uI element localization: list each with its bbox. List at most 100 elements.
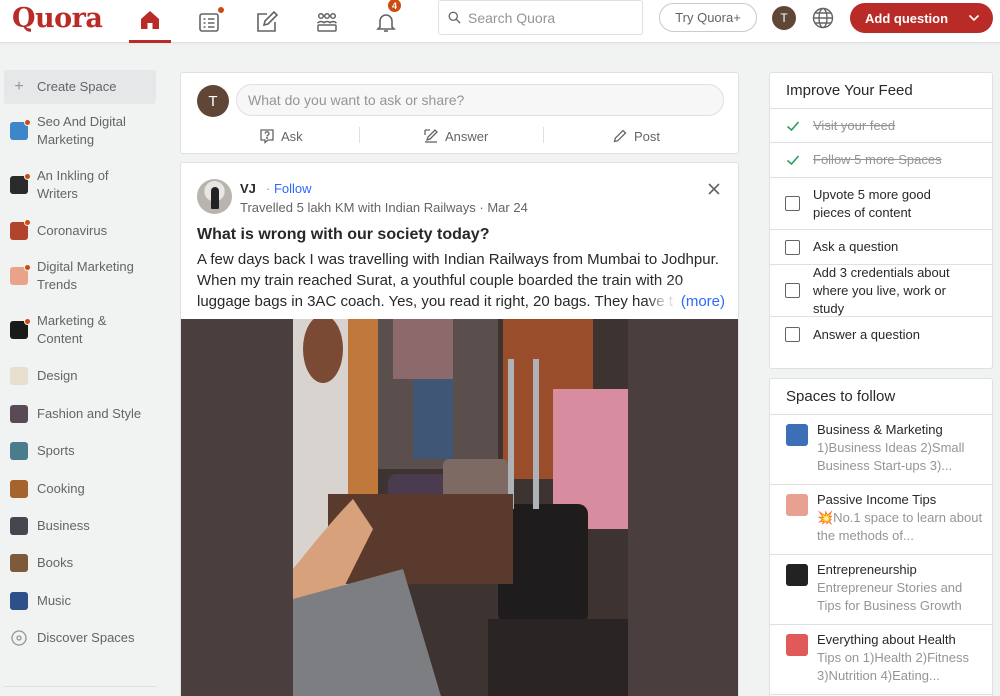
spaces-to-follow-card: Spaces to follow Business & Marketing 1)B… xyxy=(769,378,993,696)
home-nav-button[interactable] xyxy=(129,0,171,43)
left-sidebar: + Create Space Seo And Digital Marketing… xyxy=(4,70,156,687)
sidebar-item[interactable]: Music xyxy=(4,582,156,619)
notification-dot xyxy=(24,318,31,325)
task-label: Upvote 5 more good pieces of content xyxy=(813,186,931,220)
sidebar-item-label: Seo And Digital Marketing xyxy=(37,114,126,147)
seo-space-icon xyxy=(10,119,31,140)
notification-dot xyxy=(24,218,31,226)
add-question-button[interactable]: Add question xyxy=(850,3,993,33)
design-topic-icon xyxy=(10,367,28,385)
space-suggestion[interactable]: Business & Marketing 1)Business Ideas 2)S… xyxy=(770,415,992,485)
answer-preview[interactable]: A few days back I was travelling with In… xyxy=(197,249,727,312)
user-avatar[interactable]: T xyxy=(197,85,229,117)
search-input[interactable] xyxy=(468,9,628,26)
sidebar-item-label: Digital Marketing Trends xyxy=(37,259,134,292)
task-checkbox[interactable] xyxy=(785,327,800,342)
globe-language-icon[interactable] xyxy=(811,6,835,30)
divider xyxy=(359,127,360,143)
sidebar-item[interactable]: Cooking xyxy=(4,470,156,507)
notification-dot xyxy=(24,119,31,126)
answer-button[interactable]: Answer xyxy=(423,125,488,147)
sidebar-item-label: Coronavirus xyxy=(37,222,108,238)
question-title[interactable]: What is wrong with our society today? xyxy=(197,226,489,244)
space-icon xyxy=(786,634,808,656)
sidebar-item[interactable]: Digital Marketing Trends xyxy=(4,249,156,303)
follow-link[interactable]: · Follow xyxy=(266,181,312,196)
more-link[interactable]: (more) xyxy=(676,291,725,312)
space-suggestion[interactable]: Entrepreneurship Entrepreneur Stories and… xyxy=(770,555,992,625)
feed-task-item[interactable]: Answer a question xyxy=(770,317,992,352)
notification-dot xyxy=(24,264,31,271)
task-checkbox[interactable] xyxy=(785,239,800,255)
profile-avatar[interactable]: T xyxy=(772,6,796,30)
sidebar-item[interactable]: Sports xyxy=(4,432,156,470)
space-suggestion[interactable]: Passive Income Tips 💥No.1 space to learn … xyxy=(770,485,992,555)
sidebar-item[interactable]: Design xyxy=(4,357,156,395)
business-topic-icon xyxy=(10,516,28,535)
task-checkbox[interactable] xyxy=(785,196,800,211)
search-box[interactable] xyxy=(438,0,643,35)
post-image-area xyxy=(181,319,738,696)
sidebar-item-label: An Inkling of Writers xyxy=(37,168,109,201)
sidebar-item[interactable]: Seo And Digital Marketing xyxy=(4,104,156,158)
answer-nav-button[interactable] xyxy=(246,0,288,43)
sidebar-item[interactable]: Books xyxy=(4,544,156,582)
space-icon xyxy=(786,564,808,586)
spaces-nav-button[interactable] xyxy=(306,0,348,43)
quora-logo[interactable]: Quora xyxy=(12,3,103,34)
sidebar-item[interactable]: Marketing & Content xyxy=(4,303,156,357)
sidebar-item[interactable]: Fashion and Style xyxy=(4,395,156,432)
sidebar-item-label: Fashion and Style xyxy=(37,405,142,421)
sidebar-item[interactable]: Business xyxy=(4,507,156,544)
compass-icon xyxy=(10,629,28,647)
spaces-to-follow-title: Spaces to follow xyxy=(770,379,992,415)
notification-dot xyxy=(24,173,31,180)
train-luggage-photo[interactable] xyxy=(293,319,628,696)
sidebar-item[interactable]: An Inkling of Writers xyxy=(4,158,156,212)
author-credential: Travelled 5 lakh KM with Indian Railways… xyxy=(240,200,528,215)
divider xyxy=(543,127,544,143)
feed-task-item[interactable]: Add 3 credentials about where you live, … xyxy=(770,265,992,317)
sidebar-item[interactable]: Coronavirus xyxy=(4,212,156,249)
discover-spaces-link[interactable]: Discover Spaces xyxy=(4,619,156,656)
ask-button[interactable]: Ask xyxy=(259,125,303,147)
ask-share-input[interactable]: What do you want to ask or share? xyxy=(236,84,724,116)
sidebar-item-label: Design xyxy=(37,368,78,383)
answer-text: A few days back I was travelling with In… xyxy=(197,251,719,310)
books-topic-icon xyxy=(10,554,28,572)
music-topic-icon xyxy=(10,591,28,610)
feed-post-card: VJ · Follow Travelled 5 lakh KM with Ind… xyxy=(180,162,739,696)
feed-task-item[interactable]: Ask a question xyxy=(770,230,992,265)
home-icon xyxy=(141,11,159,29)
following-nav-button[interactable] xyxy=(188,0,230,43)
notifications-nav-button[interactable]: 4 xyxy=(365,0,407,43)
writers-space-icon xyxy=(10,173,31,194)
try-quora-plus-button[interactable]: Try Quora+ xyxy=(659,3,757,32)
space-title: Entrepreneurship xyxy=(817,562,917,577)
notification-count-badge: 4 xyxy=(387,0,402,13)
improve-feed-title: Improve Your Feed xyxy=(770,73,992,109)
sidebar-item-label: Sports xyxy=(37,443,75,458)
close-icon[interactable] xyxy=(704,179,724,199)
sidebar-item-label: Business xyxy=(37,517,90,533)
chevron-down-icon[interactable] xyxy=(968,12,980,24)
space-icon xyxy=(786,494,808,516)
pen-icon xyxy=(613,129,627,143)
sidebar-item-label: Books xyxy=(37,555,74,570)
create-space-button[interactable]: + Create Space xyxy=(4,70,156,104)
feed-task-item[interactable]: Upvote 5 more good pieces of content xyxy=(770,178,992,230)
space-suggestion[interactable]: Everything about Health Tips on 1)Health … xyxy=(770,625,992,695)
separator-dot: · xyxy=(266,181,271,196)
notification-dot xyxy=(217,6,225,14)
coronavirus-space-icon xyxy=(10,218,31,240)
bell-icon xyxy=(376,13,396,32)
author-avatar[interactable] xyxy=(197,179,232,214)
sidebar-item-label: Cooking xyxy=(37,480,85,496)
check-icon xyxy=(786,120,800,131)
following-list-icon xyxy=(199,12,219,32)
post-button[interactable]: Post xyxy=(612,125,660,147)
author-name[interactable]: VJ xyxy=(240,181,256,196)
add-question-label: Add question xyxy=(865,10,949,26)
task-checkbox[interactable] xyxy=(785,283,800,298)
task-label: Ask a question xyxy=(813,239,899,254)
